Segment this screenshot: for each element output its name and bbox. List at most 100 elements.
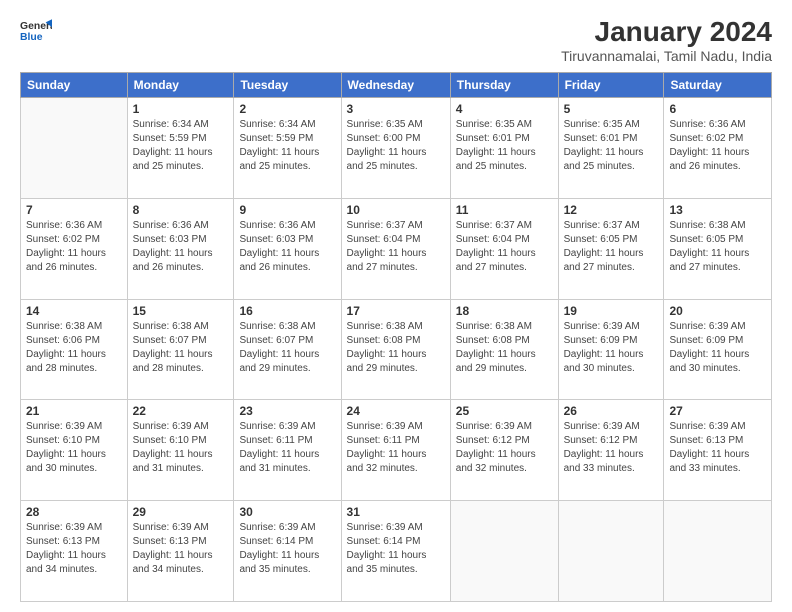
day-number: 18 [456, 304, 553, 318]
table-row: 22 Sunrise: 6:39 AMSunset: 6:10 PMDayligh… [127, 400, 234, 501]
day-number: 6 [669, 102, 766, 116]
calendar-week-row: 1 Sunrise: 6:34 AMSunset: 5:59 PMDaylight… [21, 98, 772, 199]
table-row: 13 Sunrise: 6:38 AMSunset: 6:05 PMDayligh… [664, 198, 772, 299]
table-row: 1 Sunrise: 6:34 AMSunset: 5:59 PMDaylight… [127, 98, 234, 199]
page-subtitle: Tiruvannamalai, Tamil Nadu, India [561, 48, 772, 64]
day-number: 14 [26, 304, 122, 318]
calendar-table: Sunday Monday Tuesday Wednesday Thursday… [20, 72, 772, 602]
day-number: 17 [347, 304, 445, 318]
day-info: Sunrise: 6:39 AMSunset: 6:13 PMDaylight:… [669, 420, 766, 476]
calendar-header-row: Sunday Monday Tuesday Wednesday Thursday… [21, 73, 772, 98]
table-row: 14 Sunrise: 6:38 AMSunset: 6:06 PMDayligh… [21, 299, 128, 400]
table-row: 7Sunrise: 6:36 AMSunset: 6:02 PMDaylight… [21, 198, 128, 299]
table-row: 18 Sunrise: 6:38 AMSunset: 6:08 PMDayligh… [450, 299, 558, 400]
day-info: Sunrise: 6:38 AMSunset: 6:08 PMDaylight:… [456, 320, 553, 376]
page: General Blue January 2024 Tiruvannamalai… [0, 0, 792, 612]
table-row [558, 501, 664, 602]
day-number: 8 [133, 203, 229, 217]
day-info: Sunrise: 6:39 AMSunset: 6:10 PMDaylight:… [133, 420, 229, 476]
day-number: 7 [26, 203, 122, 217]
day-number: 12 [564, 203, 659, 217]
table-row: 26Sunrise: 6:39 AMSunset: 6:12 PMDayligh… [558, 400, 664, 501]
day-info: Sunrise: 6:37 AMSunset: 6:05 PMDaylight:… [564, 219, 659, 275]
table-row: 2 Sunrise: 6:34 AMSunset: 5:59 PMDaylight… [234, 98, 341, 199]
day-number: 31 [347, 505, 445, 519]
table-row: 15Sunrise: 6:38 AMSunset: 6:07 PMDayligh… [127, 299, 234, 400]
day-number: 20 [669, 304, 766, 318]
calendar-week-row: 14 Sunrise: 6:38 AMSunset: 6:06 PMDayligh… [21, 299, 772, 400]
day-number: 23 [239, 404, 335, 418]
table-row: 25Sunrise: 6:39 AMSunset: 6:12 PMDayligh… [450, 400, 558, 501]
day-info: Sunrise: 6:39 AMSunset: 6:11 PMDaylight:… [239, 420, 335, 476]
col-friday: Friday [558, 73, 664, 98]
day-number: 11 [456, 203, 553, 217]
table-row: 10 Sunrise: 6:37 AMSunset: 6:04 PMDayligh… [341, 198, 450, 299]
day-info: Sunrise: 6:39 AMSunset: 6:12 PMDaylight:… [456, 420, 553, 476]
table-row: 28 Sunrise: 6:39 AMSunset: 6:13 PMDayligh… [21, 501, 128, 602]
table-row [450, 501, 558, 602]
day-info: Sunrise: 6:37 AMSunset: 6:04 PMDaylight:… [347, 219, 445, 275]
table-row [21, 98, 128, 199]
day-info: Sunrise: 6:35 AMSunset: 6:00 PMDaylight:… [347, 118, 445, 174]
day-info: Sunrise: 6:39 AMSunset: 6:10 PMDaylight:… [26, 420, 122, 476]
day-number: 30 [239, 505, 335, 519]
col-tuesday: Tuesday [234, 73, 341, 98]
table-row: 6 Sunrise: 6:36 AMSunset: 6:02 PMDaylight… [664, 98, 772, 199]
day-info: Sunrise: 6:39 AMSunset: 6:14 PMDaylight:… [239, 521, 335, 577]
day-info: Sunrise: 6:39 AMSunset: 6:13 PMDaylight:… [26, 521, 122, 577]
day-info: Sunrise: 6:39 AMSunset: 6:12 PMDaylight:… [564, 420, 659, 476]
table-row: 31Sunrise: 6:39 AMSunset: 6:14 PMDayligh… [341, 501, 450, 602]
day-number: 28 [26, 505, 122, 519]
table-row: 17Sunrise: 6:38 AMSunset: 6:08 PMDayligh… [341, 299, 450, 400]
table-row: 23 Sunrise: 6:39 AMSunset: 6:11 PMDayligh… [234, 400, 341, 501]
day-info: Sunrise: 6:38 AMSunset: 6:05 PMDaylight:… [669, 219, 766, 275]
day-number: 19 [564, 304, 659, 318]
table-row: 30 Sunrise: 6:39 AMSunset: 6:14 PMDayligh… [234, 501, 341, 602]
day-number: 13 [669, 203, 766, 217]
col-saturday: Saturday [664, 73, 772, 98]
day-number: 21 [26, 404, 122, 418]
table-row: 9 Sunrise: 6:36 AMSunset: 6:03 PMDaylight… [234, 198, 341, 299]
table-row [664, 501, 772, 602]
day-number: 24 [347, 404, 445, 418]
day-number: 1 [133, 102, 229, 116]
table-row: 11Sunrise: 6:37 AMSunset: 6:04 PMDayligh… [450, 198, 558, 299]
day-number: 2 [239, 102, 335, 116]
table-row: 16 Sunrise: 6:38 AMSunset: 6:07 PMDayligh… [234, 299, 341, 400]
day-info: Sunrise: 6:39 AMSunset: 6:11 PMDaylight:… [347, 420, 445, 476]
table-row: 4 Sunrise: 6:35 AMSunset: 6:01 PMDaylight… [450, 98, 558, 199]
day-info: Sunrise: 6:34 AMSunset: 5:59 PMDaylight:… [239, 118, 335, 174]
day-info: Sunrise: 6:36 AMSunset: 6:02 PMDaylight:… [669, 118, 766, 174]
day-info: Sunrise: 6:34 AMSunset: 5:59 PMDaylight:… [133, 118, 229, 174]
day-info: Sunrise: 6:36 AMSunset: 6:03 PMDaylight:… [133, 219, 229, 275]
day-number: 3 [347, 102, 445, 116]
day-info: Sunrise: 6:38 AMSunset: 6:06 PMDaylight:… [26, 320, 122, 376]
day-number: 5 [564, 102, 659, 116]
day-number: 9 [239, 203, 335, 217]
table-row: 20 Sunrise: 6:39 AMSunset: 6:09 PMDayligh… [664, 299, 772, 400]
table-row: 21 Sunrise: 6:39 AMSunset: 6:10 PMDayligh… [21, 400, 128, 501]
calendar-week-row: 7Sunrise: 6:36 AMSunset: 6:02 PMDaylight… [21, 198, 772, 299]
day-info: Sunrise: 6:39 AMSunset: 6:09 PMDaylight:… [669, 320, 766, 376]
day-info: Sunrise: 6:36 AMSunset: 6:03 PMDaylight:… [239, 219, 335, 275]
col-thursday: Thursday [450, 73, 558, 98]
table-row: 27Sunrise: 6:39 AMSunset: 6:13 PMDayligh… [664, 400, 772, 501]
title-area: January 2024 Tiruvannamalai, Tamil Nadu,… [561, 16, 772, 64]
page-title: January 2024 [561, 16, 772, 48]
calendar-week-row: 28 Sunrise: 6:39 AMSunset: 6:13 PMDayligh… [21, 501, 772, 602]
day-number: 4 [456, 102, 553, 116]
day-info: Sunrise: 6:35 AMSunset: 6:01 PMDaylight:… [456, 118, 553, 174]
logo-icon: General Blue [20, 16, 52, 48]
day-number: 16 [239, 304, 335, 318]
day-info: Sunrise: 6:39 AMSunset: 6:09 PMDaylight:… [564, 320, 659, 376]
col-sunday: Sunday [21, 73, 128, 98]
day-info: Sunrise: 6:38 AMSunset: 6:07 PMDaylight:… [239, 320, 335, 376]
table-row: 19 Sunrise: 6:39 AMSunset: 6:09 PMDayligh… [558, 299, 664, 400]
table-row: 29Sunrise: 6:39 AMSunset: 6:13 PMDayligh… [127, 501, 234, 602]
day-number: 15 [133, 304, 229, 318]
day-number: 10 [347, 203, 445, 217]
col-monday: Monday [127, 73, 234, 98]
day-info: Sunrise: 6:39 AMSunset: 6:13 PMDaylight:… [133, 521, 229, 577]
table-row: 12 Sunrise: 6:37 AMSunset: 6:05 PMDayligh… [558, 198, 664, 299]
day-number: 22 [133, 404, 229, 418]
